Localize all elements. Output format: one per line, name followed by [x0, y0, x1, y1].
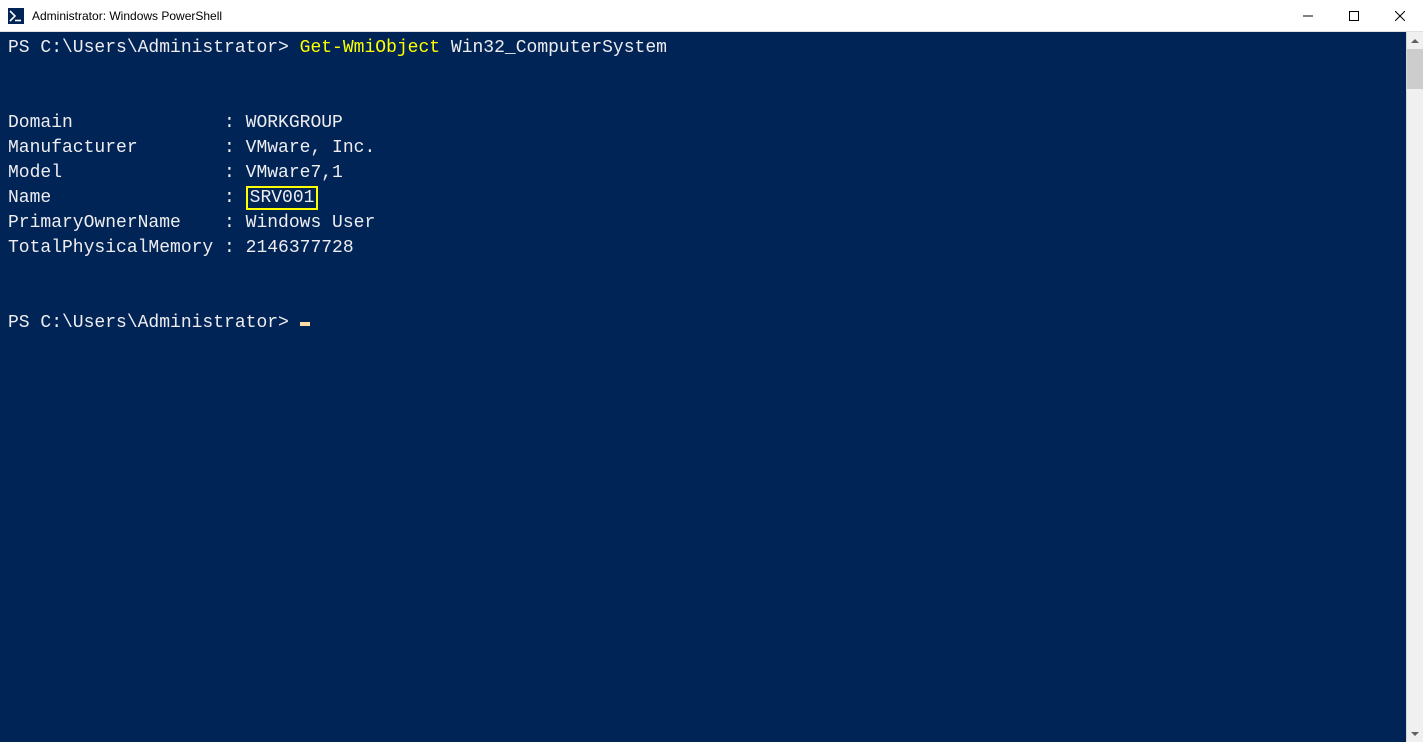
- titlebar-left: Administrator: Windows PowerShell: [0, 8, 222, 24]
- out-key-5: TotalPhysicalMemory: [8, 238, 213, 258]
- vertical-scrollbar[interactable]: [1406, 32, 1423, 742]
- out-sep-5: :: [213, 238, 245, 258]
- out-val-3-highlight: SRV001: [246, 186, 319, 210]
- out-sep-3: :: [213, 188, 245, 208]
- out-row-5: TotalPhysicalMemory : 2146377728: [8, 238, 354, 258]
- ps-prompt-1: PS C:\Users\Administrator>: [8, 38, 300, 58]
- out-key-2: Model: [8, 163, 213, 183]
- ps-argument: Win32_ComputerSystem: [451, 38, 667, 58]
- out-val-0: WORKGROUP: [246, 113, 343, 133]
- terminal-container: PS C:\Users\Administrator> Get-WmiObject…: [0, 32, 1423, 742]
- out-row-0: Domain : WORKGROUP: [8, 113, 343, 133]
- out-sep-1: :: [213, 138, 245, 158]
- cursor: [300, 322, 310, 326]
- minimize-button[interactable]: [1285, 0, 1331, 32]
- scroll-thumb[interactable]: [1407, 49, 1423, 89]
- maximize-button[interactable]: [1331, 0, 1377, 32]
- out-row-4: PrimaryOwnerName : Windows User: [8, 213, 375, 233]
- scroll-track[interactable]: [1407, 49, 1423, 725]
- out-row-2: Model : VMware7,1: [8, 163, 343, 183]
- window-title: Administrator: Windows PowerShell: [32, 9, 222, 23]
- terminal[interactable]: PS C:\Users\Administrator> Get-WmiObject…: [0, 32, 1406, 742]
- powershell-icon: [8, 8, 24, 24]
- out-row-1: Manufacturer : VMware, Inc.: [8, 138, 375, 158]
- out-key-4: PrimaryOwnerName: [8, 213, 213, 233]
- out-val-2: VMware7,1: [246, 163, 343, 183]
- out-sep-2: :: [213, 163, 245, 183]
- out-key-0: Domain: [8, 113, 213, 133]
- scroll-down-button[interactable]: [1407, 725, 1423, 742]
- out-row-3: Name : SRV001: [8, 188, 318, 208]
- out-key-3: Name: [8, 188, 213, 208]
- ps-cmdlet: Get-WmiObject: [300, 38, 440, 58]
- close-button[interactable]: [1377, 0, 1423, 32]
- scroll-up-button[interactable]: [1407, 32, 1423, 49]
- window-titlebar: Administrator: Windows PowerShell: [0, 0, 1423, 32]
- out-val-5: 2146377728: [246, 238, 354, 258]
- ps-prompt-2: PS C:\Users\Administrator>: [8, 313, 300, 333]
- out-sep-4: :: [213, 213, 245, 233]
- window-controls: [1285, 0, 1423, 31]
- out-val-4: Windows User: [246, 213, 376, 233]
- ps-argspace: [440, 38, 451, 58]
- out-sep-0: :: [213, 113, 245, 133]
- out-key-1: Manufacturer: [8, 138, 213, 158]
- out-val-1: VMware, Inc.: [246, 138, 376, 158]
